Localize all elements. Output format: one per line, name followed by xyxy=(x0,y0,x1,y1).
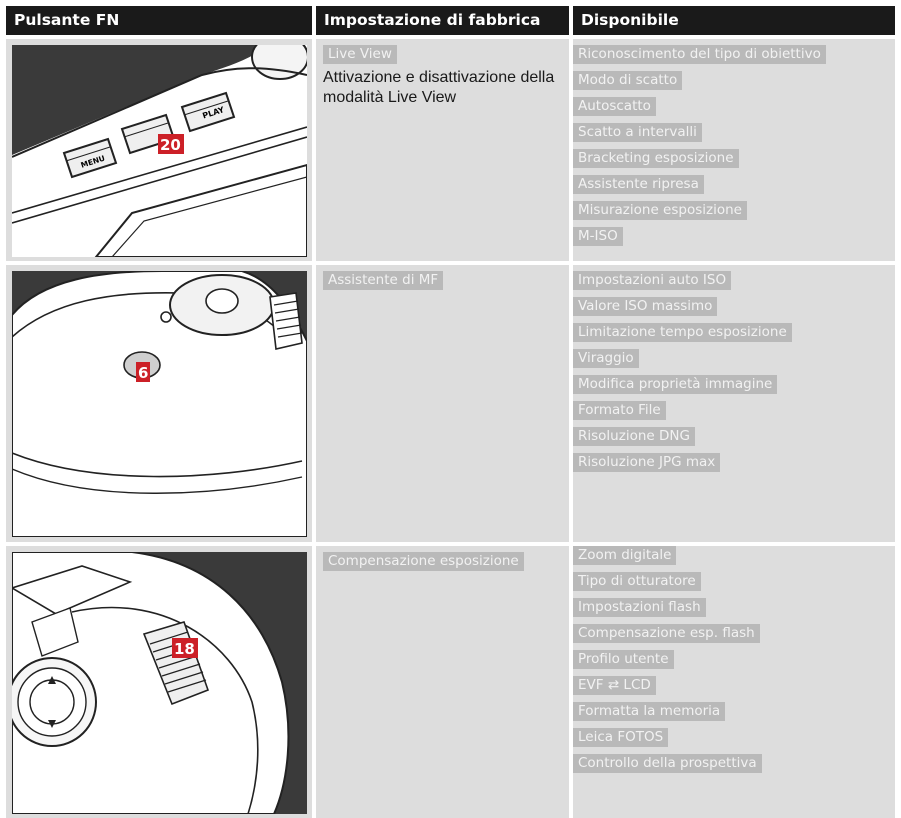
list-item: Valore ISO massimo xyxy=(573,297,895,323)
list-item: Risoluzione JPG max xyxy=(573,453,895,479)
row1-factory-cell: Live View Attivazione e disattivazione d… xyxy=(316,39,569,261)
header-available: Disponibile xyxy=(573,6,895,35)
factory-setting-label: Assistente di MF xyxy=(323,271,444,290)
row3-factory-cell: Compensazione esposizione xyxy=(316,546,569,818)
row2-factory-cell: Assistente di MF xyxy=(316,265,569,542)
row2-available-list: Impostazioni auto ISO Valore ISO massimo… xyxy=(573,271,895,479)
row3-available-list: Zoom digitale Tipo di otturatore Imposta… xyxy=(573,546,895,780)
factory-setting-label: Live View xyxy=(323,45,397,64)
list-item: Assistente ripresa xyxy=(573,175,895,201)
list-item: EVF ⇄ LCD xyxy=(573,676,895,702)
row1-available-list: Riconoscimento del tipo di obiettivo Mod… xyxy=(573,45,895,253)
list-item: Controllo della prospettiva xyxy=(573,754,895,780)
settings-table-page: Pulsante FN Impostazione di fabbrica Dis… xyxy=(0,0,901,818)
list-item: Modo di scatto xyxy=(573,71,895,97)
callout-number: 18 xyxy=(174,640,195,658)
list-item: M-ISO xyxy=(573,227,895,253)
callout-number: 20 xyxy=(160,136,181,154)
thumb-wheel-illustration: 18 xyxy=(12,552,307,814)
list-item: Autoscatto xyxy=(573,97,895,123)
list-item: Leica FOTOS xyxy=(573,728,895,754)
list-item: Impostazioni flash xyxy=(573,598,895,624)
header-fn-button: Pulsante FN xyxy=(6,6,312,35)
list-item: Modifica proprietà immagine xyxy=(573,375,895,401)
list-item: Formato File xyxy=(573,401,895,427)
list-item: Zoom digitale xyxy=(573,546,895,572)
list-item: Impostazioni auto ISO xyxy=(573,271,895,297)
callout-number: 6 xyxy=(138,364,148,382)
list-item: Misurazione esposizione xyxy=(573,201,895,227)
list-item: Formatta la memoria xyxy=(573,702,895,728)
list-item: Limitazione tempo esposizione xyxy=(573,323,895,349)
list-item: Risoluzione DNG xyxy=(573,427,895,453)
factory-setting-label: Compensazione esposizione xyxy=(323,552,524,571)
factory-setting-description: Attivazione e disattivazione della modal… xyxy=(323,69,555,106)
list-item: Compensazione esp. flash xyxy=(573,624,895,650)
list-item: Tipo di otturatore xyxy=(573,572,895,598)
list-item: Viraggio xyxy=(573,349,895,375)
list-item: Bracketing esposizione xyxy=(573,149,895,175)
camera-body-side-illustration: 6 xyxy=(12,271,307,537)
list-item: Scatto a intervalli xyxy=(573,123,895,149)
list-item: Profilo utente xyxy=(573,650,895,676)
header-factory-setting: Impostazione di fabbrica xyxy=(316,6,569,35)
camera-top-buttons-illustration: PLAY MENU 20 xyxy=(12,45,307,257)
list-item: Riconoscimento del tipo di obiettivo xyxy=(573,45,895,71)
